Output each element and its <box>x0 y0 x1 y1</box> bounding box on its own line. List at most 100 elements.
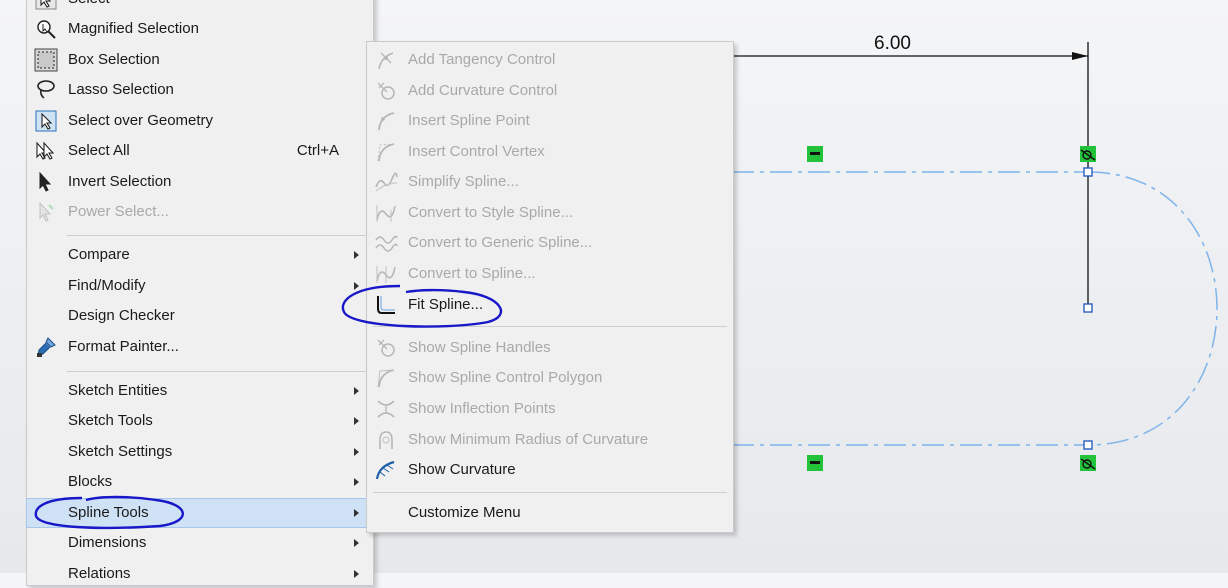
menu-item-label: Show Curvature <box>408 461 516 478</box>
menu-item-select-over-geometry[interactable]: Select over Geometry <box>27 107 373 135</box>
simplify-spline-icon <box>373 169 399 195</box>
submenu-item-convert-style-spline: Convert to Style Spline... <box>367 199 733 227</box>
power-select-icon <box>33 199 59 225</box>
menu-item-label: Dimensions <box>68 534 147 551</box>
submenu-arrow-icon <box>354 387 359 395</box>
select-all-icon <box>33 138 59 164</box>
annotation-circle-spline-tools <box>34 495 184 530</box>
menu-item-label: Select over Geometry <box>68 112 214 129</box>
menu-item-lasso-selection[interactable]: Lasso Selection <box>27 76 373 104</box>
menu-item-label: Lasso Selection <box>68 81 174 98</box>
show-curvature-icon <box>373 457 399 483</box>
menu-item-label: Design Checker <box>68 307 175 324</box>
menu-separator <box>67 371 367 372</box>
sketch-point[interactable] <box>1083 440 1093 450</box>
add-curvature-control-icon <box>373 78 399 104</box>
lasso-icon <box>33 77 59 103</box>
menu-item-sketch-entities[interactable]: Sketch Entities <box>27 377 373 405</box>
format-painter-icon <box>33 334 59 360</box>
select-over-geometry-icon <box>33 108 59 134</box>
menu-item-design-checker[interactable]: Design Checker <box>27 302 373 330</box>
submenu-arrow-icon <box>354 509 359 517</box>
menu-item-label: Show Spline Handles <box>408 339 551 356</box>
submenu-item-convert-generic-spline: Convert to Generic Spline... <box>367 229 733 257</box>
menu-item-label: Show Minimum Radius of Curvature <box>408 431 649 448</box>
menu-item-label: Find/Modify <box>68 277 146 294</box>
submenu-item-simplify-spline: Simplify Spline... <box>367 168 733 196</box>
submenu-arrow-icon <box>354 448 359 456</box>
menu-item-format-painter[interactable]: Format Painter... <box>27 333 373 361</box>
menu-item-label: Simplify Spline... <box>408 173 519 190</box>
menu-item-magnified-selection[interactable]: Magnified Selection <box>27 15 373 43</box>
submenu-item-customize-menu[interactable]: Customize Menu <box>367 499 733 527</box>
menu-item-label: Power Select... <box>68 203 169 220</box>
submenu-arrow-icon <box>354 251 359 259</box>
submenu-item-insert-spline-point: Insert Spline Point <box>367 107 733 135</box>
magnifier-icon <box>33 16 59 42</box>
sketch-point[interactable] <box>1083 303 1093 313</box>
submenu-item-add-curvature-control: Add Curvature Control <box>367 77 733 105</box>
add-tangency-control-icon <box>373 47 399 73</box>
convert-generic-spline-icon <box>373 230 399 256</box>
show-control-polygon-icon <box>373 365 399 391</box>
menu-item-label: Show Spline Control Polygon <box>408 369 603 386</box>
submenu-item-show-spline-handles: Show Spline Handles <box>367 334 733 362</box>
dimension-arrowhead <box>1072 52 1088 60</box>
submenu-item-show-control-polygon: Show Spline Control Polygon <box>367 364 733 392</box>
menu-item-find-modify[interactable]: Find/Modify <box>27 272 373 300</box>
menu-item-compare[interactable]: Compare <box>27 241 373 269</box>
menu-item-label: Relations <box>68 565 131 582</box>
tangent-relation-icon[interactable] <box>1080 146 1096 162</box>
dimension-value[interactable]: 6.00 <box>874 33 911 55</box>
menu-item-label: Box Selection <box>68 51 160 68</box>
sketch-arc[interactable] <box>1087 171 1218 446</box>
horizontal-relation-icon[interactable] <box>807 455 823 471</box>
insert-spline-point-icon <box>373 108 399 134</box>
convert-style-spline-icon <box>373 200 399 226</box>
menu-item-sketch-settings[interactable]: Sketch Settings <box>27 438 373 466</box>
menu-item-shortcut: Ctrl+A <box>296 142 339 159</box>
menu-item-label: Convert to Generic Spline... <box>408 234 593 251</box>
submenu-item-show-min-radius: Show Minimum Radius of Curvature <box>367 426 733 454</box>
sketch-point[interactable] <box>1083 167 1093 177</box>
insert-control-vertex-icon <box>373 139 399 165</box>
menu-item-label: Customize Menu <box>408 504 521 521</box>
submenu-arrow-icon <box>354 417 359 425</box>
menu-item-label: Show Inflection Points <box>408 400 556 417</box>
menu-item-label: Select <box>68 0 110 8</box>
horizontal-relation-icon[interactable] <box>807 146 823 162</box>
show-min-radius-icon <box>373 427 399 453</box>
submenu-item-show-curvature[interactable]: Show Curvature <box>367 456 733 484</box>
menu-item-label: Blocks <box>68 473 113 490</box>
menu-item-sketch-tools[interactable]: Sketch Tools <box>27 407 373 435</box>
menu-separator <box>373 492 727 493</box>
menu-item-label: Select All <box>68 142 130 159</box>
menu-item-label: Invert Selection <box>68 173 172 190</box>
tangent-relation-icon[interactable] <box>1080 455 1096 471</box>
menu-item-label: Insert Spline Point <box>408 112 530 129</box>
menu-item-label: Add Tangency Control <box>408 51 556 68</box>
menu-item-label: Magnified Selection <box>68 20 199 37</box>
menu-item-select-all[interactable]: Select All Ctrl+A <box>27 137 373 165</box>
menu-item-label: Sketch Entities <box>68 382 168 399</box>
submenu-item-insert-control-vertex: Insert Control Vertex <box>367 138 733 166</box>
menu-item-label: Sketch Tools <box>68 412 153 429</box>
submenu-arrow-icon <box>354 478 359 486</box>
annotation-circle-fit-spline <box>341 284 503 328</box>
menu-item-box-selection[interactable]: Box Selection <box>27 46 373 74</box>
menu-item-power-select: Power Select... <box>27 198 373 226</box>
menu-item-invert-selection[interactable]: Invert Selection <box>27 168 373 196</box>
box-selection-icon <box>33 47 59 73</box>
select-arrow-icon <box>33 0 59 12</box>
menu-item-label: Add Curvature Control <box>408 82 558 99</box>
menu-item-label: Compare <box>68 246 130 263</box>
submenu-item-add-tangency-control: Add Tangency Control <box>367 46 733 74</box>
submenu-arrow-icon <box>354 539 359 547</box>
invert-selection-icon <box>33 169 59 195</box>
menu-item-relations[interactable]: Relations <box>27 560 373 588</box>
menu-separator <box>67 235 367 236</box>
menu-item-label: Sketch Settings <box>68 443 173 460</box>
menu-item-select[interactable]: Select <box>27 0 373 13</box>
menu-item-label: Convert to Style Spline... <box>408 204 574 221</box>
menu-item-label: Insert Control Vertex <box>408 143 545 160</box>
